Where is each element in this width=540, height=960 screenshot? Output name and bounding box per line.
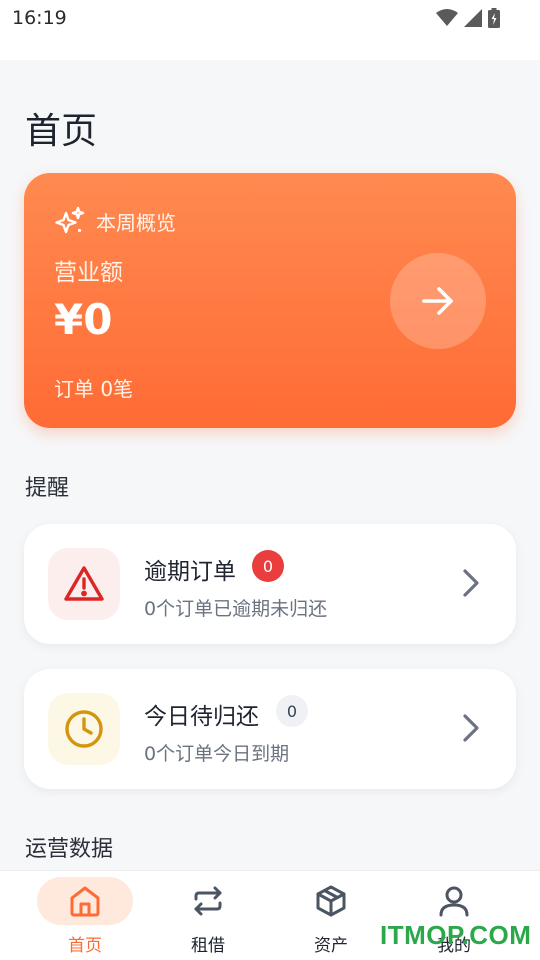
signal-icon — [464, 9, 482, 27]
status-time: 16:19 — [12, 7, 67, 29]
arrow-right-icon — [422, 287, 453, 315]
due-today-desc: 0个订单今日到期 — [144, 743, 290, 765]
summary-period-label: 本周概览 — [96, 210, 176, 235]
wifi-icon — [436, 9, 458, 26]
nav-icon-wrap-rental — [160, 877, 256, 925]
status-bar: 16:19 — [0, 0, 540, 60]
swap-icon — [194, 886, 222, 916]
watermark: ITMOP.COM — [380, 920, 532, 950]
due-today-title: 今日待归还 — [144, 704, 259, 730]
overdue-orders-title: 逾期订单 — [144, 559, 236, 585]
overdue-orders-card[interactable]: 逾期订单 0 0个订单已逾期未归还 — [24, 524, 516, 644]
nav-item-rental[interactable]: 租借 — [160, 877, 256, 956]
clock-icon — [65, 710, 103, 748]
chevron-right-icon — [463, 714, 479, 742]
nav-item-home[interactable]: 首页 — [37, 877, 133, 956]
nav-label-home: 首页 — [68, 936, 102, 956]
operations-section-title: 运营数据 — [25, 837, 114, 862]
box-icon — [316, 885, 346, 917]
weekly-summary-card[interactable]: 本周概览 营业额 ¥0 订单 0笔 — [24, 173, 516, 428]
nav-label-assets: 资产 — [314, 936, 348, 956]
page-title: 首页 — [25, 111, 98, 152]
due-today-icon-box — [48, 693, 120, 765]
nav-item-assets[interactable]: 资产 — [283, 877, 379, 956]
nav-icon-wrap-home — [37, 877, 133, 925]
revenue-label: 营业额 — [54, 260, 123, 286]
overdue-orders-desc: 0个订单已逾期未归还 — [144, 598, 328, 620]
order-count: 订单 0笔 — [54, 377, 134, 401]
status-icons — [436, 8, 500, 28]
due-today-card[interactable]: 今日待归还 0 0个订单今日到期 — [24, 669, 516, 789]
nav-icon-wrap-assets — [283, 877, 379, 925]
revenue-value: ¥0 — [54, 295, 113, 344]
overdue-icon-box — [48, 548, 120, 620]
nav-label-rental: 租借 — [191, 936, 225, 956]
battery-icon — [488, 8, 500, 28]
summary-detail-button[interactable] — [390, 253, 486, 349]
nav-icon-wrap-mine — [406, 877, 502, 925]
sparkle-icon — [55, 206, 85, 234]
chevron-right-icon — [463, 569, 479, 597]
warning-icon — [64, 566, 104, 601]
reminders-section-title: 提醒 — [25, 476, 70, 501]
home-icon — [70, 886, 100, 917]
due-today-count-badge: 0 — [276, 695, 308, 727]
overdue-count-badge: 0 — [252, 550, 284, 582]
user-icon — [439, 886, 469, 917]
summary-header: 本周概览 — [54, 205, 176, 237]
